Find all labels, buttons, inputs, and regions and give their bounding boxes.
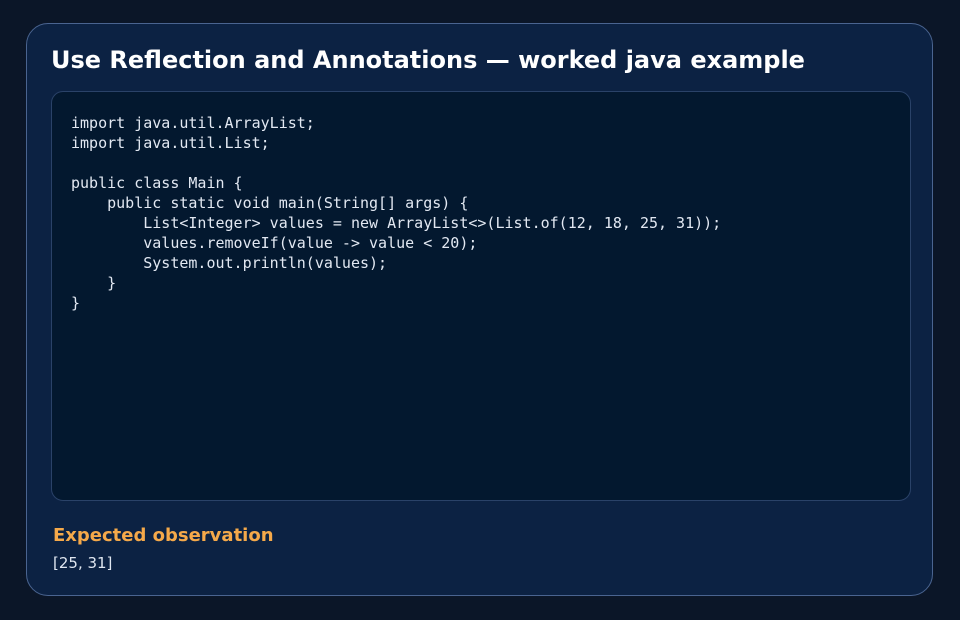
expected-observation-label: Expected observation <box>53 525 274 546</box>
code-panel: import java.util.ArrayList; import java.… <box>51 91 911 501</box>
example-card: Use Reflection and Annotations — worked … <box>26 23 933 596</box>
code-block[interactable]: import java.util.ArrayList; import java.… <box>71 113 721 313</box>
page-title: Use Reflection and Annotations — worked … <box>51 46 805 74</box>
expected-observation-value: [25, 31] <box>53 554 113 572</box>
